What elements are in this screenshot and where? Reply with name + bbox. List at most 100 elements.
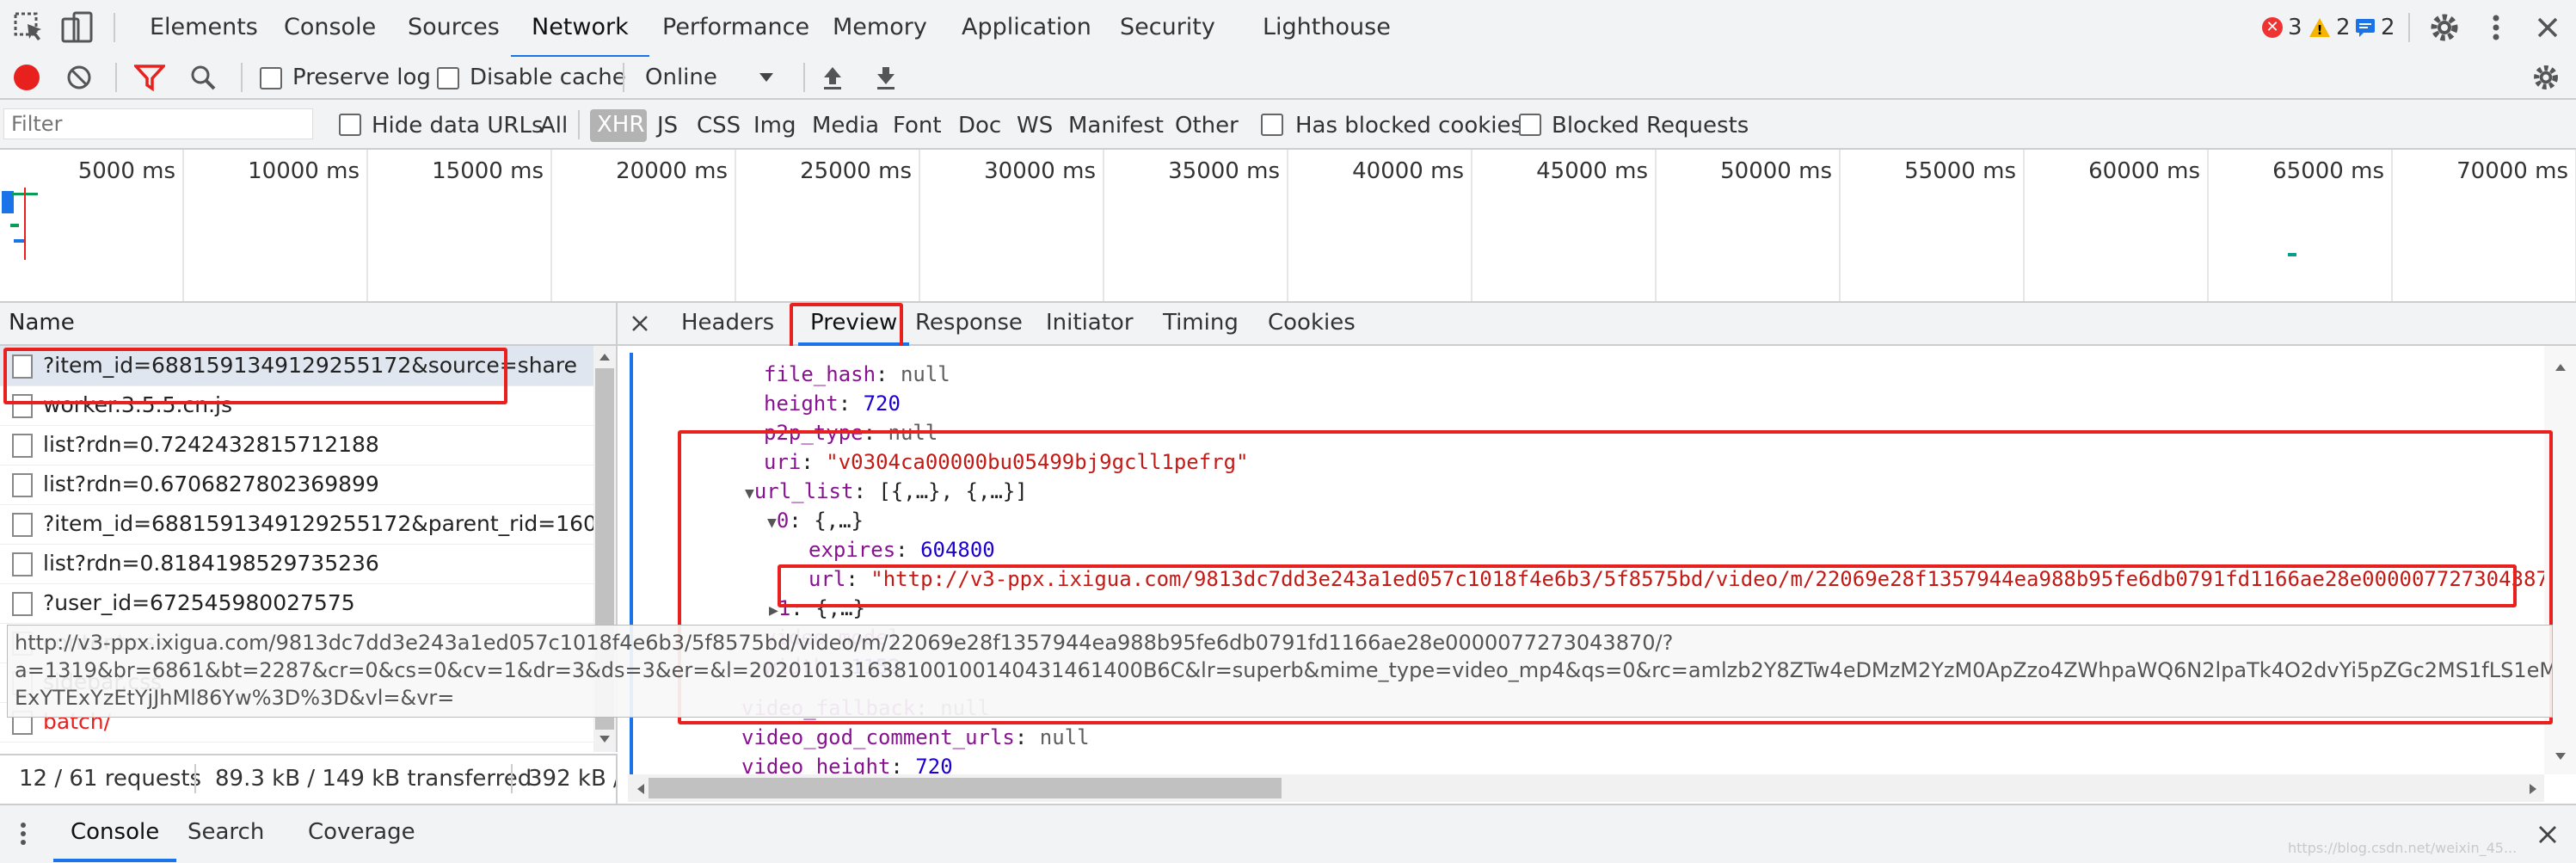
request-row[interactable]: list?rdn=0.8184198529735236 [0,544,593,584]
network-settings-gear-icon[interactable] [2530,62,2561,96]
network-overview-timeline[interactable]: 5000 ms 10000 ms 15000 ms 20000 ms 25000 ms 3… [0,150,2576,303]
tab-cookies[interactable]: Cookies [1268,303,1356,342]
drawer-tab-bar: Console Search Coverage https://blog.csd… [0,804,2576,863]
filter-type-font[interactable]: Font [893,112,942,139]
close-devtools-icon[interactable] [2530,10,2565,45]
scroll-up-icon[interactable] [599,353,611,361]
request-row[interactable]: worker.3.5.5.cn.js [0,385,593,426]
json-line-p2p-type: p2p_type: null [764,421,938,445]
timeline-tick-label: 45000 ms [1536,158,1648,184]
error-count-badge[interactable]: ✕ 3 [2262,14,2302,41]
tab-response[interactable]: Response [915,303,1023,342]
import-har-icon[interactable] [819,64,846,95]
filter-icon[interactable] [132,64,168,95]
drawer-menu-icon[interactable] [19,821,28,847]
request-name: ?item_id=6881591349129255172&source=shar… [43,353,577,378]
scroll-down-icon[interactable] [2554,752,2567,761]
tab-network[interactable]: Network [511,0,649,59]
timeline-gridline [366,150,368,301]
tab-security[interactable]: Security [1120,0,1215,55]
more-options-icon[interactable] [2479,10,2513,45]
network-status-bar: 12 / 61 requests 89.3 kB / 149 kB transf… [0,754,618,804]
request-row[interactable]: ?user_id=672545980027575 [0,583,593,624]
device-toolbar-icon[interactable] [60,10,95,45]
tab-elements[interactable]: Elements [150,0,258,55]
scroll-up-icon[interactable] [2554,363,2567,372]
filter-type-all[interactable]: All [540,112,568,139]
request-name: list?rdn=0.7242432815712188 [43,432,379,457]
chevron-down-icon [759,73,773,82]
tab-sources[interactable]: Sources [408,0,500,55]
timeline-gridline [2023,150,2025,301]
request-row[interactable]: ?item_id=6881591349129255172&parent_rid=… [0,504,593,545]
toolbar-divider [115,63,117,92]
inspect-element-icon[interactable] [12,10,46,45]
toolbar-divider [623,63,624,92]
tab-headers[interactable]: Headers [681,303,774,342]
close-drawer-icon[interactable] [2537,824,2558,845]
json-line-item-0[interactable]: ▼0: {,…} [767,506,864,538]
export-har-icon[interactable] [872,64,900,95]
timeline-tick-label: 65000 ms [2272,158,2384,184]
tooltip-line: http://v3-ppx.ixigua.com/9813dc7dd3e243a… [15,631,1674,655]
filter-type-media[interactable]: Media [812,112,879,139]
filter-type-other[interactable]: Other [1175,112,1239,139]
warning-count-badge[interactable]: ! 2 [2309,14,2351,41]
request-row[interactable]: list?rdn=0.6706827802369899 [0,465,593,505]
request-count: 12 / 61 requests [19,766,202,792]
name-column-header[interactable]: Name [0,303,618,346]
filter-type-manifest[interactable]: Manifest [1068,112,1164,139]
search-icon[interactable] [189,64,217,95]
collapsed-triangle-icon: ▶ [769,601,778,620]
tab-initiator[interactable]: Initiator [1046,303,1134,342]
tab-preview-label: Preview [810,310,898,336]
tab-console[interactable]: Console [284,0,376,55]
drawer-tab-coverage[interactable]: Coverage [308,817,415,847]
json-line-url-list[interactable]: ▼url_list: [{,…}, {,…}] [745,477,1028,509]
drawer-tab-console[interactable]: Console [53,805,177,862]
clear-icon[interactable] [65,64,93,95]
timeline-tick-label: 30000 ms [984,158,1096,184]
filter-type-img[interactable]: Img [753,112,796,139]
filter-type-xhr[interactable]: XHR [590,109,647,142]
filter-type-ws[interactable]: WS [1017,112,1053,139]
filter-type-js[interactable]: JS [657,112,678,139]
tab-application[interactable]: Application [962,0,1091,55]
tab-lighthouse[interactable]: Lighthouse [1263,0,1391,55]
timeline-gridline [1839,150,1841,301]
scrollbar-thumb[interactable] [649,778,1282,798]
close-detail-icon[interactable] [631,315,649,332]
scroll-left-icon[interactable] [636,783,645,795]
throttling-select[interactable]: Online [640,62,783,93]
tab-memory[interactable]: Memory [833,0,927,55]
filter-type-css[interactable]: CSS [697,112,741,139]
filter-type-doc[interactable]: Doc [958,112,1001,139]
hide-data-urls-checkbox[interactable] [339,114,361,136]
request-name: ?user_id=672545980027575 [43,590,355,615]
filter-input[interactable] [3,108,313,139]
record-button[interactable] [14,65,40,90]
error-count: 3 [2288,15,2302,40]
scroll-down-icon[interactable] [599,735,611,743]
timeline-tick-label: 55000 ms [1904,158,2016,184]
tooltip-line: a=1319&br=6861&bt=2287&cr=0&cs=0&cv=1&dr… [15,658,2553,682]
disable-cache-checkbox[interactable] [437,67,459,89]
tab-preview[interactable]: Preview [798,303,910,346]
timeline-tick-label: 50000 ms [1720,158,1832,184]
toolbar-divider [114,13,115,42]
tab-performance[interactable]: Performance [662,0,809,55]
preview-horizontal-scrollbar[interactable] [628,774,2544,802]
json-line-item-1[interactable]: ▶1: {,…} [769,594,865,626]
blocked-requests-checkbox[interactable] [1519,114,1541,136]
settings-gear-icon[interactable] [2427,10,2462,45]
throttling-value: Online [645,65,717,90]
has-blocked-cookies-checkbox[interactable] [1261,114,1283,136]
message-count-badge[interactable]: 2 [2355,14,2395,41]
preserve-log-checkbox[interactable] [260,67,282,89]
request-row[interactable]: list?rdn=0.7242432815712188 [0,425,593,465]
tab-timing[interactable]: Timing [1163,303,1239,342]
request-url-tooltip: http://v3-ppx.ixigua.com/9813dc7dd3e243a… [7,625,2553,718]
scroll-right-icon[interactable] [2529,783,2537,795]
drawer-tab-search[interactable]: Search [188,817,264,847]
request-row[interactable]: ?item_id=6881591349129255172&source=shar… [0,346,593,386]
